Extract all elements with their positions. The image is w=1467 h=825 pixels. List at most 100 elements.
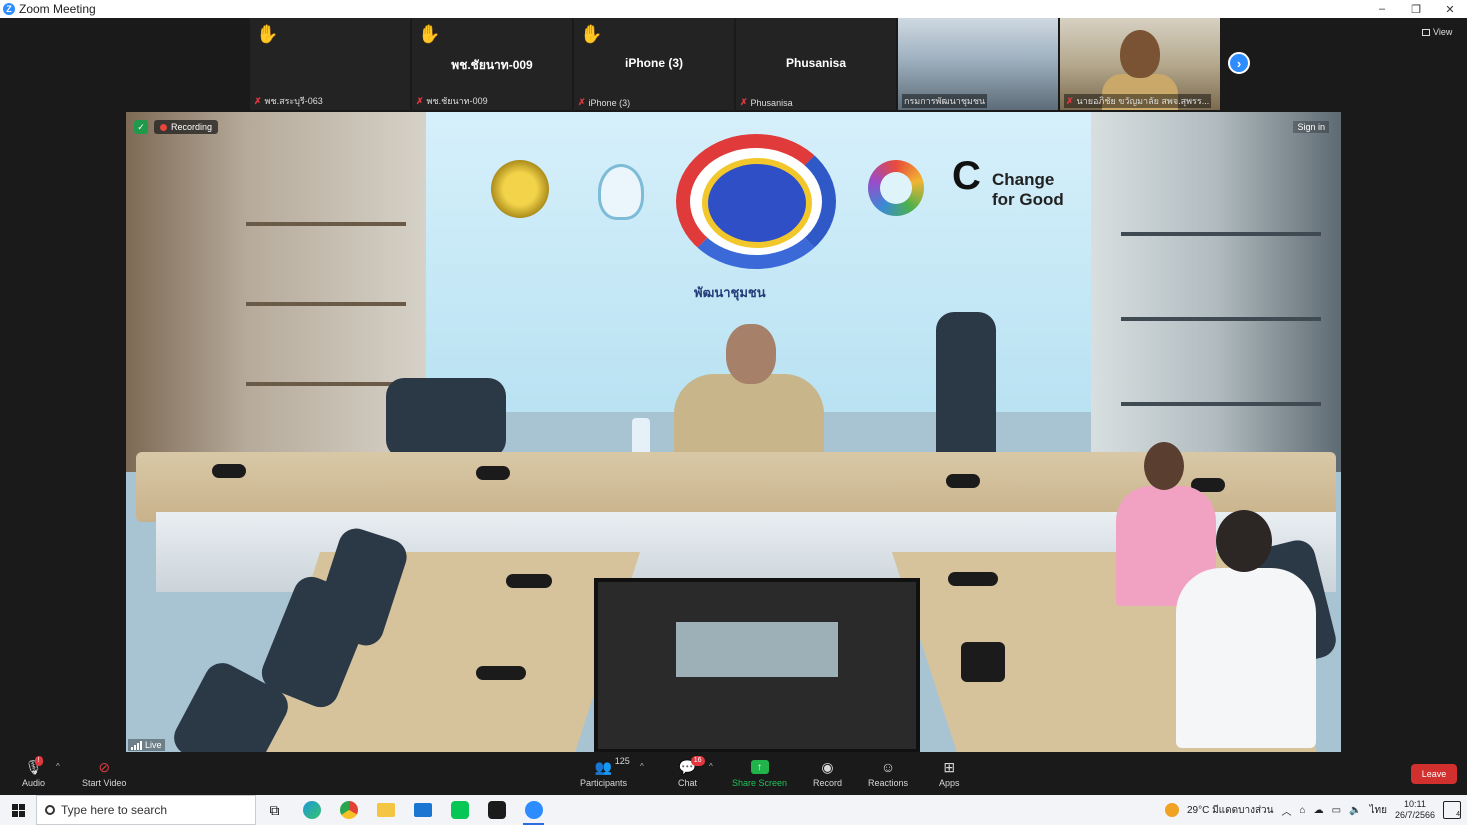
recording-indicator[interactable]: Recording (154, 120, 219, 134)
apps-button[interactable]: ⊞ Apps (939, 756, 960, 789)
participant-tile[interactable]: ✋ iPhone (3) ✗ iPhone (3) (574, 18, 734, 110)
right-shelf (1091, 112, 1341, 472)
reactions-button[interactable]: ☺ Reactions (868, 756, 908, 788)
participants-label: Participants (580, 778, 628, 788)
view-button[interactable]: View (1422, 27, 1452, 37)
start-button[interactable] (0, 795, 36, 825)
shelf-line (246, 382, 406, 386)
shelf-line (1121, 232, 1321, 236)
folder-icon (376, 803, 395, 817)
weather-text[interactable]: 29°C มีแดดบางส่วน (1187, 803, 1274, 818)
task-view-button[interactable]: ⧉ (256, 795, 293, 825)
network-icon[interactable]: ⌂ (1300, 805, 1306, 816)
participant-tile[interactable]: Phusanisa ✗ Phusanisa (736, 18, 896, 110)
notification-count: 4 (1456, 811, 1460, 818)
view-label: View (1433, 27, 1453, 37)
chat-label: Chat (678, 778, 698, 788)
chrome-app[interactable] (330, 795, 367, 825)
mail-app[interactable] (404, 795, 441, 825)
microphone (212, 464, 246, 478)
window-title: Zoom Meeting (19, 2, 96, 16)
left-shelf (126, 112, 426, 472)
microphone (476, 466, 510, 480)
monitor (594, 578, 920, 753)
clock[interactable]: 10:11 26/7/2566 (1395, 799, 1435, 821)
clock-time: 10:11 (1404, 799, 1426, 809)
display-icon[interactable]: ▭ (1332, 805, 1341, 816)
shelf-line (246, 222, 406, 226)
taskbar-search-box[interactable]: Type here to search (36, 795, 256, 825)
microphone-icon: 🎙! (24, 756, 43, 775)
participant-center-name: iPhone (3) (624, 56, 683, 70)
edge-app[interactable] (293, 795, 330, 825)
audio-button[interactable]: 🎙! Audio (22, 756, 45, 788)
participants-icon: 👥 125 (594, 756, 630, 775)
chat-icon: 💬 16 (679, 756, 705, 778)
record-label: Record (813, 778, 843, 788)
task-view-icon: ⧉ (269, 801, 280, 818)
file-explorer-app[interactable] (367, 795, 404, 825)
acrobat-app[interactable] (478, 795, 515, 825)
participant-center-name: Phusanisa (785, 56, 847, 70)
chevron-up-icon[interactable]: ︿ (1282, 803, 1292, 818)
sdg-logo (868, 160, 924, 216)
attendee (1176, 510, 1316, 750)
raised-hand-icon: ✋ (256, 24, 279, 44)
line-icon (450, 801, 469, 819)
minimize-button[interactable]: – (1365, 0, 1399, 18)
apps-icon: ⊞ (943, 758, 956, 775)
participants-button[interactable]: 👥 125 Participants (580, 756, 630, 788)
shield-icon[interactable]: ✓ (134, 120, 148, 134)
shelf-line (1121, 317, 1321, 321)
chair (936, 312, 996, 472)
next-page-arrow-icon[interactable]: › (1228, 52, 1250, 74)
microphone (506, 574, 552, 588)
participant-name: พช.สระบุรี-063 (264, 96, 323, 106)
participant-tile[interactable]: ✋ ✗ พช.สระบุรี-063 (250, 18, 410, 110)
notification-icon[interactable]: 4 (1443, 801, 1461, 819)
backdrop-subtext: พัฒนาชุมชน (694, 285, 766, 300)
share-screen-icon: ↑ (750, 760, 769, 774)
chat-caret-icon[interactable]: ^ (709, 762, 713, 771)
share-screen-button[interactable]: ↑ Share Screen (732, 756, 787, 788)
audio-label: Audio (22, 778, 46, 788)
microphone (948, 572, 998, 586)
start-video-label: Start Video (82, 778, 127, 788)
meeting-toolbar: 🎙! Audio ^ ⊘ Start Video 👥 125 Participan… (0, 752, 1467, 795)
participant-name: กรมการพัฒนาชุมชน (904, 96, 986, 106)
grid-icon (1422, 28, 1430, 36)
emblem-logo (598, 164, 644, 220)
audio-caret-icon[interactable]: ^ (56, 762, 60, 771)
volume-icon[interactable]: 🔈 (1349, 805, 1361, 816)
shelf-line (1121, 402, 1321, 406)
security-recording-badge: ✓ Recording (134, 120, 219, 134)
mic-muted-icon: ✗ (1066, 95, 1074, 106)
emblem-logo (491, 160, 549, 218)
participant-video-tile[interactable]: ✗ นายอภิชัย ขวัญมาลัย สพจ.สุพรร... (1060, 18, 1220, 110)
line-app[interactable] (441, 795, 478, 825)
video-off-icon: ⊘ (98, 758, 111, 775)
start-video-button[interactable]: ⊘ Start Video (82, 756, 127, 789)
weather-icon (1164, 803, 1179, 817)
mic-muted-icon: ✗ (254, 95, 262, 106)
chat-button[interactable]: 💬 16 Chat (678, 756, 705, 788)
apps-label: Apps (939, 778, 960, 788)
participant-video-tile[interactable]: กรมการพัฒนาชุมชน (898, 18, 1058, 110)
meeting-stage: ✋ ✗ พช.สระบุรี-063 ✋ พช.ชัยนาท-009 ✗ พช.ชั… (0, 18, 1467, 753)
participant-center-name: พช.ชัยนาท-009 (451, 58, 533, 72)
mic-muted-icon: ✗ (740, 97, 748, 107)
zoom-app[interactable] (515, 795, 552, 825)
cloud-icon[interactable]: ☁ (1314, 805, 1324, 816)
leave-button[interactable]: Leave (1411, 764, 1457, 784)
title-bar: Z Zoom Meeting – ❐ ✕ (0, 0, 1467, 18)
sign-in-label: Sign in (1293, 121, 1329, 133)
record-button[interactable]: ◉ Record (813, 756, 843, 789)
recording-label: Recording (171, 122, 213, 132)
search-icon (45, 805, 55, 815)
language-indicator[interactable]: ไทย (1369, 803, 1386, 818)
maximize-button[interactable]: ❐ (1399, 0, 1433, 18)
participants-caret-icon[interactable]: ^ (640, 762, 644, 771)
close-button[interactable]: ✕ (1433, 0, 1467, 18)
signal-bars-icon (131, 741, 142, 750)
participant-tile[interactable]: ✋ พช.ชัยนาท-009 ✗ พช.ชัยนาท-009 (412, 18, 572, 110)
